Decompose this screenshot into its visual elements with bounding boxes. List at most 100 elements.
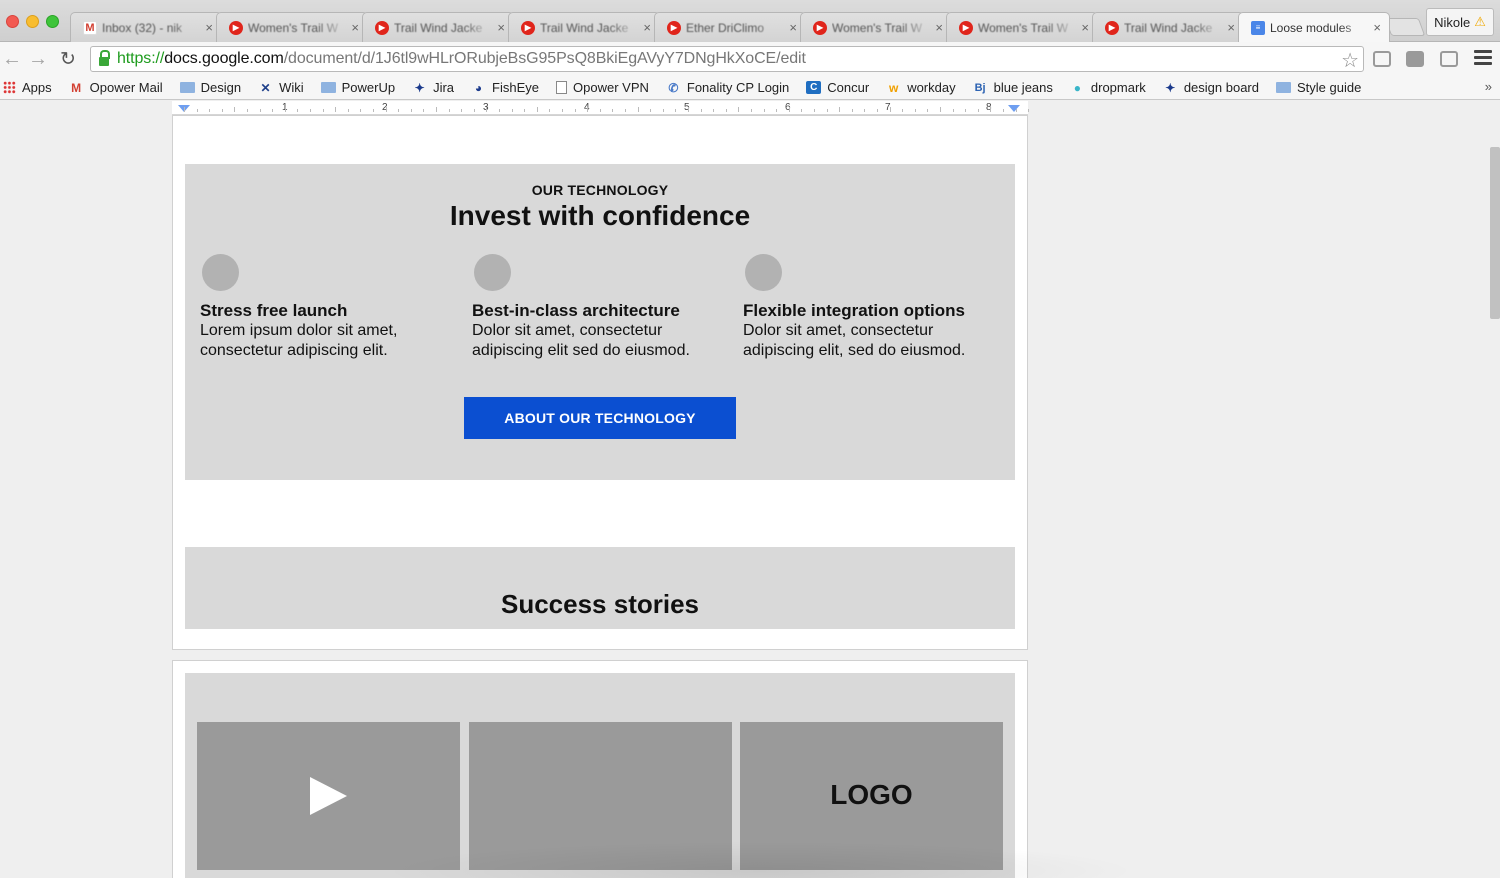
bookmark-label: Concur [827,80,870,95]
tab[interactable]: ▶ Women's Trail W × [946,12,1098,42]
reload-icon[interactable]: ↻ [60,48,76,71]
bookmark-label: Fonality CP Login [686,80,790,95]
folder-icon [179,82,195,93]
concur-icon: C [806,81,822,94]
tab[interactable]: ▶ Women's Trail W × [216,12,368,42]
ruler-tick [574,109,576,112]
ruler-tick [1003,109,1004,112]
ruler-tick [549,109,551,112]
bookmark-wiki[interactable]: ✕ Wiki [258,80,304,95]
tab[interactable]: ▶ Trail Wind Jacke × [1092,12,1244,42]
ruler-tick [788,107,790,112]
tab-title: Women's Trail W [832,20,923,35]
bookmark-apps[interactable]: Apps [3,80,52,95]
close-icon[interactable]: × [1373,20,1381,35]
vertical-scrollbar[interactable] [1490,147,1500,319]
feature-title: Stress free launch [200,301,348,320]
close-icon[interactable]: × [351,20,359,35]
bookmark-powerup[interactable]: PowerUp [320,80,395,95]
ruler-tick [511,109,513,112]
play-icon[interactable] [310,777,347,815]
success-stories-module: Success stories [185,547,1015,629]
feature-body-line: Dolor sit amet, consectetur [743,322,934,339]
feature-body-line: adipiscing elit, sed do eiusmod. [743,342,966,359]
ruler-tick [347,109,349,112]
pocket-icon[interactable] [1406,51,1424,67]
tab[interactable]: ▶ Trail Wind Jacke × [362,12,514,42]
bookmark-label: design board [1183,80,1259,95]
bookmark-fisheye[interactable]: ◕ FishEye [471,80,539,95]
ruler-tick [272,109,274,112]
back-arrow-icon[interactable]: ← [2,48,22,71]
close-icon[interactable]: × [497,20,505,35]
bookmarks-overflow-button[interactable]: » [1485,79,1492,94]
bookmark-blue-jeans[interactable]: Bj blue jeans [973,80,1053,95]
apps-grid-icon [3,81,16,94]
youtube-icon: ▶ [521,20,535,35]
bookmark-workday[interactable]: w workday [886,80,956,95]
ruler-tick [209,109,211,112]
hamburger-menu-icon[interactable] [1474,50,1492,68]
camera-icon[interactable] [1373,51,1391,67]
youtube-icon: ▶ [667,20,681,35]
address-bar[interactable]: https://docs.google.com/document/d/1J6tl… [90,46,1364,72]
tab-active[interactable]: ≡ Loose modules × [1238,12,1390,42]
close-icon[interactable]: × [205,20,213,35]
reader-icon[interactable] [1440,51,1458,67]
new-tab-button[interactable] [1384,18,1426,36]
feature-item: Stress free launch Lorem ipsum dolor sit… [200,254,440,361]
ruler-tick [713,109,715,112]
bookmark-star-icon[interactable]: ☆ [1341,48,1359,73]
tab[interactable]: ▶ Trail Wind Jacke × [508,12,660,42]
ruler-tick [725,109,727,112]
ruler-tick [284,107,286,112]
close-icon[interactable]: × [935,20,943,35]
url-text[interactable]: https://docs.google.com/document/d/1J6tl… [117,50,806,68]
tab-title: Inbox (32) - nik [102,20,183,35]
bookmark-jira[interactable]: ✦ Jira [412,80,454,95]
close-icon[interactable]: × [643,20,651,35]
forward-arrow-icon[interactable]: → [28,48,48,71]
tab[interactable]: M Inbox (32) - nik × [70,12,222,42]
close-icon[interactable]: × [789,20,797,35]
ruler-tick [927,109,929,112]
fisheye-icon: ◕ [474,80,483,95]
ruler-tick [625,109,626,112]
module-eyebrow: OUR TECHNOLOGY [531,182,669,198]
ruler-tick [675,109,677,112]
bookmark-style-guide[interactable]: Style guide [1275,80,1361,95]
youtube-icon: ▶ [1105,20,1119,35]
close-icon[interactable]: × [1227,20,1235,35]
minimize-window-button[interactable] [26,15,39,28]
profile-button[interactable]: Nikole ⚠ [1426,8,1494,36]
ruler-tick [700,109,702,112]
ruler-tick [1028,109,1030,112]
ruler[interactable]: 1 2 3 4 5 6 7 8 [172,101,1030,115]
right-indent-marker[interactable] [1008,105,1020,112]
about-technology-button[interactable]: ABOUT OUR TECHNOLOGY [464,397,736,439]
tab[interactable]: ▶ Women's Trail W × [800,12,952,42]
gmail-icon: M [83,20,97,35]
document-canvas[interactable]: 1 2 3 4 5 6 7 8 OUR TECHNOLOGY Invest wi… [0,101,1500,878]
feature-body-line: adipiscing elit sed do eiusmod. [472,342,690,359]
phone-icon: ✆ [668,80,679,95]
bookmark-concur[interactable]: C Concur [806,80,869,95]
close-window-button[interactable] [6,15,19,28]
ruler-tick [914,109,916,112]
ruler-tick [587,107,589,112]
bookmark-dropmark[interactable]: ● dropmark [1070,80,1146,95]
zoom-window-button[interactable] [46,15,59,28]
jira-icon: ✦ [1165,80,1176,95]
close-icon[interactable]: × [1081,20,1089,35]
tab[interactable]: ▶ Ether DriClimo × [654,12,806,42]
ruler-tick [423,109,425,112]
bookmark-fonality[interactable]: ✆ Fonality CP Login [666,80,789,95]
page-icon [556,81,568,94]
bookmark-opower-vpn[interactable]: Opower VPN [556,80,649,95]
document-page[interactable]: OUR TECHNOLOGY Invest with confidence St… [172,115,1028,650]
bookmark-opower-mail[interactable]: M Opower Mail [69,80,162,95]
bookmark-design[interactable]: Design [179,80,241,95]
gmail-icon: M [71,80,82,95]
ruler-tick [612,109,614,112]
bookmark-design-board[interactable]: ✦ design board [1163,80,1259,95]
